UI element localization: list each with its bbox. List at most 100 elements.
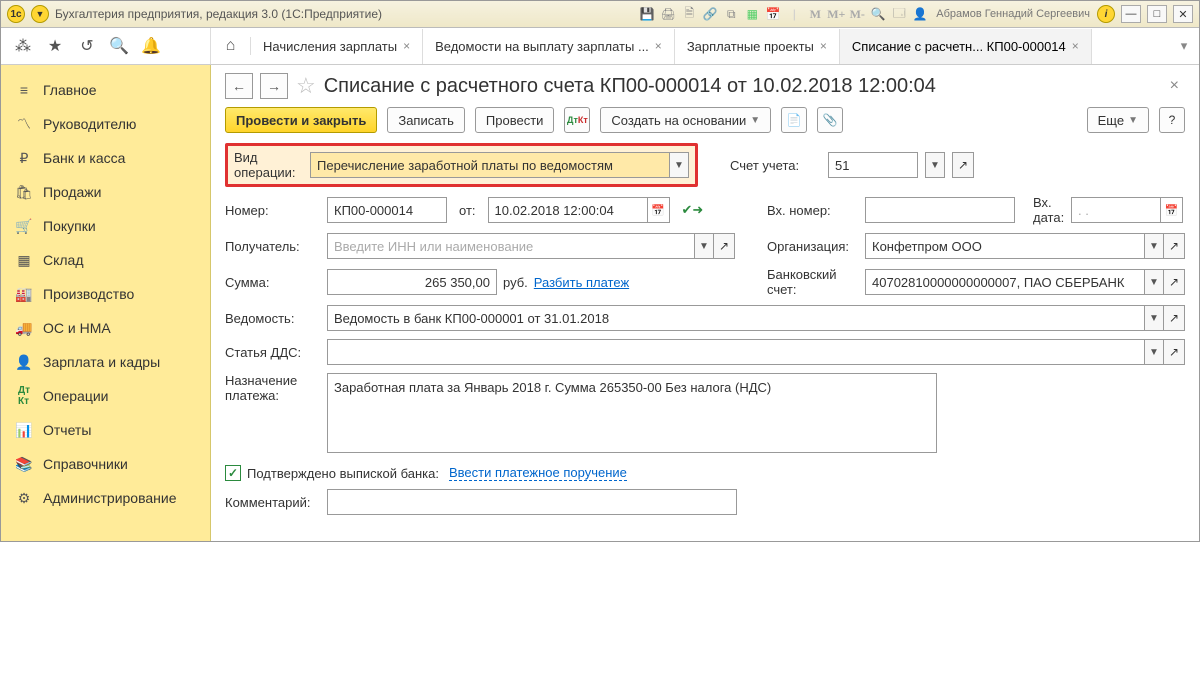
open-ref-button[interactable]: ↗ [1163, 339, 1185, 365]
organization-input[interactable]: Конфетпром ООО [865, 233, 1144, 259]
calendar-icon[interactable]: 📅 [764, 5, 782, 23]
user-icon: 👤 [911, 5, 929, 23]
save-disk-icon[interactable]: 💾 [638, 5, 656, 23]
dropdown-button[interactable]: ▼ [1144, 233, 1164, 259]
dropdown-button[interactable]: ▼ [669, 152, 689, 178]
info-icon[interactable]: i [1097, 5, 1115, 23]
number-label: Номер: [225, 203, 321, 218]
statement-label: Ведомость: [225, 311, 321, 326]
attach-button[interactable]: 📎 [817, 107, 843, 133]
enter-payment-order-link[interactable]: Ввести платежное поручение [449, 465, 627, 481]
m-icon[interactable]: M [806, 5, 824, 23]
nav-sales[interactable]: 🛍Продажи [1, 175, 210, 209]
close-doc-icon[interactable]: × [1164, 77, 1185, 95]
nav-manager[interactable]: 〽Руководителю [1, 107, 210, 141]
star-icon[interactable]: ★ [45, 36, 65, 56]
dtkt-button[interactable]: ДтКт [564, 107, 590, 133]
back-button[interactable]: ← [225, 73, 253, 99]
tab-close-icon[interactable]: × [1072, 39, 1079, 53]
nav-production[interactable]: 🏭Производство [1, 277, 210, 311]
tab-close-icon[interactable]: × [820, 39, 827, 53]
home-tab[interactable]: ⌂ [211, 37, 251, 55]
nav-reports[interactable]: 📊Отчеты [1, 413, 210, 447]
nav-assets[interactable]: 🚚ОС и НМА [1, 311, 210, 345]
person-icon: 👤 [15, 353, 33, 371]
incoming-date-input[interactable]: . . [1071, 197, 1161, 223]
split-payment-link[interactable]: Разбить платеж [534, 275, 629, 290]
bell-icon[interactable]: 🔔 [141, 36, 161, 56]
windows-icon[interactable]: 🗔 [890, 5, 908, 23]
calendar-icon[interactable]: 📅 [1161, 197, 1183, 223]
minimize-button[interactable]: — [1121, 5, 1141, 23]
tab-statements[interactable]: Ведомости на выплату зарплаты ... × [423, 29, 675, 64]
placeholder: . . [1078, 203, 1089, 218]
zoom-icon[interactable]: 🔍 [869, 5, 887, 23]
amount-input[interactable]: 265 350,00 [327, 269, 497, 295]
history-icon[interactable]: ↺ [77, 36, 97, 56]
calendar-icon[interactable]: 📅 [648, 197, 670, 223]
nav-operations[interactable]: ДтКтОперации [1, 379, 210, 413]
post-button[interactable]: Провести [475, 107, 555, 133]
dropdown-button[interactable]: ▼ [1144, 269, 1164, 295]
placeholder: Введите ИНН или наименование [334, 239, 533, 254]
print-icon[interactable]: 🖨 [659, 5, 677, 23]
tab-label: Зарплатные проекты [687, 39, 814, 54]
date-input[interactable]: 10.02.2018 12:00:04 [488, 197, 648, 223]
comment-input[interactable] [327, 489, 737, 515]
tab-payroll[interactable]: Начисления зарплаты × [251, 29, 423, 64]
link-icon[interactable]: 🔗 [701, 5, 719, 23]
recipient-input[interactable]: Введите ИНН или наименование [327, 233, 694, 259]
purpose-textarea[interactable]: Заработная плата за Январь 2018 г. Сумма… [327, 373, 937, 453]
tab-salary-projects[interactable]: Зарплатные проекты × [675, 29, 840, 64]
open-ref-button[interactable]: ↗ [1163, 305, 1185, 331]
tab-close-icon[interactable]: × [655, 39, 662, 53]
grid-icon[interactable]: ⁂ [13, 36, 33, 56]
forward-button[interactable]: → [260, 73, 288, 99]
operation-type-input[interactable]: Перечисление заработной платы по ведомос… [310, 152, 669, 178]
dropdown-button[interactable]: ▼ [1144, 305, 1164, 331]
copy-icon[interactable]: ⧉ [722, 5, 740, 23]
number-input[interactable]: КП00-000014 [327, 197, 447, 223]
dds-input[interactable] [327, 339, 1144, 365]
report-button[interactable]: 📄 [781, 107, 807, 133]
open-ref-button[interactable]: ↗ [1163, 233, 1185, 259]
help-button[interactable]: ? [1159, 107, 1185, 133]
bank-account-input[interactable]: 40702810000000000007, ПАО СБЕРБАНК [865, 269, 1144, 295]
ruble-icon: ₽ [15, 149, 33, 167]
confirmed-checkbox[interactable]: ✓ [225, 465, 241, 481]
nav-admin[interactable]: ⚙Администрирование [1, 481, 210, 515]
dropdown-button[interactable]: ▼ [1144, 339, 1164, 365]
create-based-button[interactable]: Создать на основании▼ [600, 107, 771, 133]
search-icon[interactable]: 🔍 [109, 36, 129, 56]
mminus-icon[interactable]: M- [848, 5, 866, 23]
nav-main[interactable]: ≡Главное [1, 73, 210, 107]
dropdown-button[interactable]: ▼ [694, 233, 714, 259]
nav-bank[interactable]: ₽Банк и касса [1, 141, 210, 175]
nav-references[interactable]: 📚Справочники [1, 447, 210, 481]
statement-input[interactable]: Ведомость в банк КП00-000001 от 31.01.20… [327, 305, 1144, 331]
maximize-button[interactable]: □ [1147, 5, 1167, 23]
close-button[interactable]: ✕ [1173, 5, 1193, 23]
calc-icon[interactable]: ▦ [743, 5, 761, 23]
nav-salary-hr[interactable]: 👤Зарплата и кадры [1, 345, 210, 379]
tab-writeoff[interactable]: Списание с расчетн... КП00-000014 × [840, 29, 1092, 64]
post-and-close-button[interactable]: Провести и закрыть [225, 107, 377, 133]
check-icon[interactable]: ✔➜ [676, 202, 704, 218]
mplus-icon[interactable]: M+ [827, 5, 845, 23]
open-ref-button[interactable]: ↗ [952, 152, 974, 178]
dropdown-icon[interactable]: ▼ [31, 5, 49, 23]
amount-label: Сумма: [225, 275, 321, 290]
save-button[interactable]: Записать [387, 107, 465, 133]
tab-close-icon[interactable]: × [403, 39, 410, 53]
incoming-number-input[interactable] [865, 197, 1015, 223]
open-ref-button[interactable]: ↗ [1163, 269, 1185, 295]
open-ref-button[interactable]: ↗ [713, 233, 735, 259]
more-button[interactable]: Еще▼ [1087, 107, 1149, 133]
nav-purchases[interactable]: 🛒Покупки [1, 209, 210, 243]
favorite-star-icon[interactable]: ☆ [296, 73, 316, 99]
dropdown-button[interactable]: ▼ [925, 152, 945, 178]
doc-icon[interactable]: 🗎 [680, 5, 698, 23]
nav-warehouse[interactable]: ▦Склад [1, 243, 210, 277]
account-input[interactable]: 51 [828, 152, 918, 178]
tabs-dropdown-icon[interactable]: ▾ [1169, 38, 1199, 54]
